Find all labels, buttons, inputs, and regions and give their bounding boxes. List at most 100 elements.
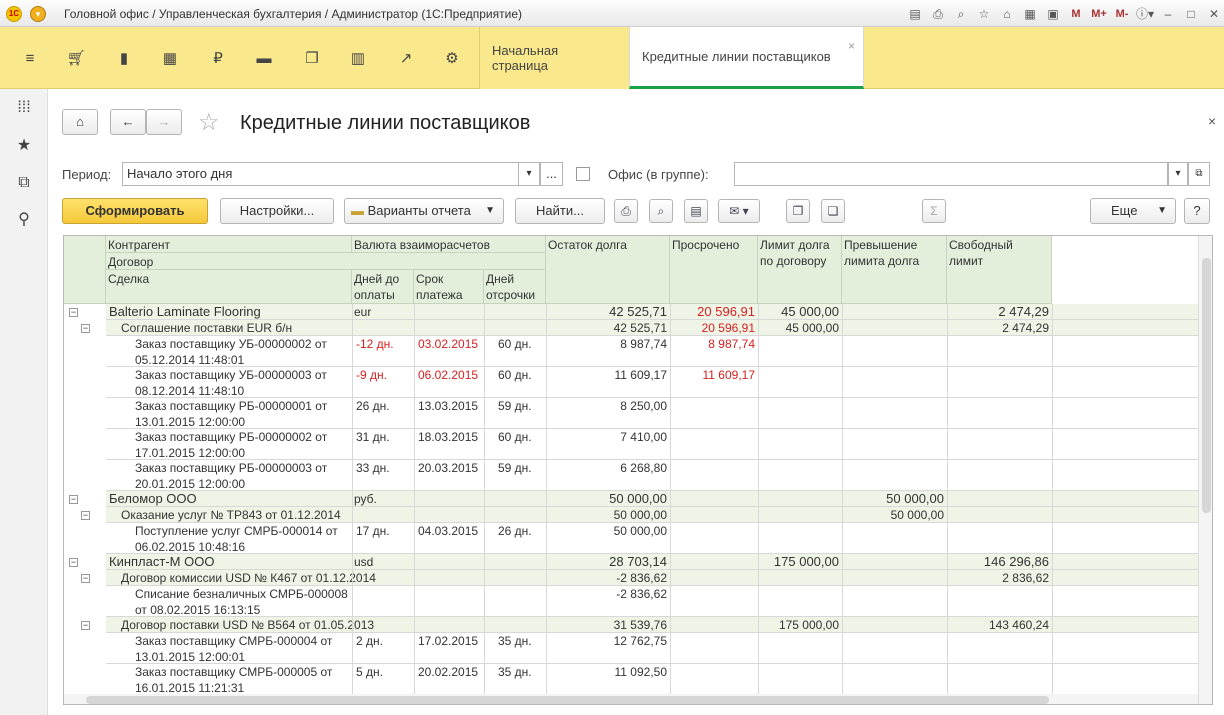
column-divider bbox=[1052, 633, 1053, 664]
truck-icon[interactable]: ▬ bbox=[253, 49, 275, 69]
row-name: Списание безналичных СМРБ-000008 от 08.0… bbox=[135, 587, 348, 617]
row-excess bbox=[842, 617, 947, 633]
horizontal-scroll-thumb[interactable] bbox=[86, 696, 1049, 704]
office-dropdown-icon[interactable]: ▾ bbox=[1168, 162, 1188, 186]
more-button[interactable]: Еще ▼ bbox=[1090, 198, 1176, 224]
period-dropdown-icon[interactable]: ▾ bbox=[518, 162, 540, 186]
row-name: Договор комиссии USD № К467 от 01.12.201… bbox=[121, 571, 376, 585]
collapse-row-icon[interactable]: − bbox=[81, 621, 90, 630]
gear-icon[interactable]: ⚙ bbox=[441, 49, 463, 69]
collapse-row-icon[interactable]: − bbox=[69, 308, 78, 317]
row-excess bbox=[842, 570, 947, 586]
bag-icon[interactable]: ▮ bbox=[113, 49, 135, 69]
copy-report-icon[interactable]: ❐ bbox=[786, 199, 810, 223]
help-button[interactable]: ? bbox=[1184, 198, 1210, 224]
column-divider bbox=[484, 617, 485, 633]
variants-label: Варианты отчета bbox=[367, 203, 471, 218]
tab-supplier-credit-lines[interactable]: Кредитные линии поставщиков × bbox=[629, 27, 864, 89]
memory-m-button[interactable]: M bbox=[1066, 5, 1086, 23]
column-divider bbox=[484, 664, 485, 695]
warehouse-icon[interactable]: ▦ bbox=[159, 49, 181, 69]
close-window-icon[interactable]: ✕ bbox=[1204, 5, 1224, 23]
report-variants-button[interactable]: ▬ Варианты отчета ▼ bbox=[344, 198, 504, 224]
column-divider bbox=[758, 398, 759, 429]
office-open-icon[interactable]: ⧉ bbox=[1188, 162, 1210, 186]
save-file-icon[interactable]: ▤ bbox=[684, 199, 708, 223]
ruble-icon[interactable]: ₽ bbox=[207, 49, 229, 69]
office-field[interactable] bbox=[734, 162, 1168, 186]
row-deferral: 59 дн. bbox=[498, 461, 532, 475]
save-icon[interactable]: ▤ bbox=[905, 5, 925, 23]
back-button[interactable]: ← bbox=[110, 109, 146, 135]
row-overdue: 11 609,17 bbox=[702, 368, 756, 382]
office-checkbox[interactable] bbox=[576, 167, 590, 181]
period-select-button[interactable]: ... bbox=[540, 162, 563, 186]
minimize-icon[interactable]: – bbox=[1158, 5, 1178, 23]
column-divider bbox=[758, 336, 759, 367]
info-icon[interactable]: ⓘ▾ bbox=[1135, 5, 1155, 23]
column-divider bbox=[670, 523, 671, 554]
row-name: Соглашение поставки EUR б/н bbox=[121, 321, 293, 335]
close-form-icon[interactable]: × bbox=[1208, 113, 1216, 129]
print-preview-icon[interactable]: ⌕ bbox=[649, 199, 673, 223]
settings-button[interactable]: Настройки... bbox=[220, 198, 334, 224]
window-title: Головной офис / Управленческая бухгалтер… bbox=[64, 7, 523, 21]
memory-minus-button[interactable]: M- bbox=[1112, 5, 1132, 23]
row-due-date: 18.03.2015 bbox=[418, 430, 479, 444]
favorites-icon[interactable]: ☆ bbox=[974, 5, 994, 23]
search-icon[interactable]: ⚲ bbox=[13, 209, 35, 231]
all-functions-icon[interactable]: ⁞⁞⁞ bbox=[13, 97, 35, 119]
calculator-icon[interactable]: ▦ bbox=[1020, 5, 1040, 23]
paste-report-icon[interactable]: ❏ bbox=[821, 199, 845, 223]
documents-icon[interactable]: ❐ bbox=[301, 49, 323, 69]
calendar-icon[interactable]: ▣ bbox=[1043, 5, 1063, 23]
home-button[interactable]: ⌂ bbox=[62, 109, 98, 135]
horizontal-scrollbar[interactable] bbox=[64, 694, 1198, 704]
period-field[interactable]: Начало этого дня bbox=[122, 162, 540, 186]
report-table[interactable]: Контрагент Валюта взаиморасчетов Договор… bbox=[63, 235, 1213, 705]
chart-icon[interactable]: ▥ bbox=[347, 49, 369, 69]
collapse-row-icon[interactable]: − bbox=[81, 511, 90, 520]
preview-icon[interactable]: ⌕ bbox=[951, 5, 971, 23]
column-divider bbox=[414, 429, 415, 460]
collapse-row-icon[interactable]: − bbox=[69, 495, 78, 504]
column-divider bbox=[758, 304, 759, 320]
trend-icon[interactable]: ↗ bbox=[395, 49, 417, 69]
collapse-row-icon[interactable]: − bbox=[81, 324, 90, 333]
row-limit: 175 000,00 bbox=[773, 554, 839, 569]
column-divider bbox=[414, 507, 415, 523]
vertical-scroll-thumb[interactable] bbox=[1202, 258, 1211, 513]
forward-button[interactable]: → bbox=[146, 109, 182, 135]
history-icon[interactable]: ⧉ bbox=[13, 172, 35, 194]
maximize-icon[interactable]: □ bbox=[1181, 5, 1201, 23]
row-overdue: 20 596,91 bbox=[701, 321, 755, 335]
tab-home[interactable]: Начальная страница bbox=[479, 27, 629, 89]
collapse-row-icon[interactable]: − bbox=[69, 558, 78, 567]
cart-icon[interactable]: 🛒︎ bbox=[65, 49, 87, 69]
column-divider bbox=[546, 586, 547, 617]
main-menu-icon[interactable]: ▾ bbox=[30, 6, 46, 22]
header-deal: Сделка bbox=[106, 270, 352, 304]
column-divider bbox=[1052, 336, 1053, 367]
favorites-star-icon[interactable]: ★ bbox=[13, 135, 35, 157]
close-tab-icon[interactable]: × bbox=[848, 39, 855, 53]
column-divider bbox=[352, 429, 353, 460]
find-button[interactable]: Найти... bbox=[515, 198, 605, 224]
row-overdue bbox=[670, 507, 758, 523]
favorite-star-icon[interactable]: ☆ bbox=[198, 108, 220, 137]
menu-icon[interactable]: ≡ bbox=[19, 49, 41, 69]
send-email-icon[interactable]: ✉ ▾ bbox=[718, 199, 760, 223]
row-deferral: 60 дн. bbox=[498, 430, 532, 444]
sum-icon[interactable]: Σ bbox=[922, 199, 946, 223]
memory-plus-button[interactable]: M+ bbox=[1089, 5, 1109, 23]
column-divider bbox=[1052, 523, 1053, 554]
vertical-scrollbar[interactable] bbox=[1198, 236, 1212, 704]
generate-button[interactable]: Сформировать bbox=[62, 198, 208, 224]
variants-folder-icon: ▬ bbox=[351, 203, 364, 218]
header-contract: Договор bbox=[106, 253, 546, 270]
collapse-row-icon[interactable]: − bbox=[81, 574, 90, 583]
column-divider bbox=[414, 570, 415, 586]
print-icon[interactable]: ⎙ bbox=[614, 199, 638, 223]
home-icon[interactable]: ⌂ bbox=[997, 5, 1017, 23]
print-icon[interactable]: ⎙ bbox=[928, 5, 948, 23]
